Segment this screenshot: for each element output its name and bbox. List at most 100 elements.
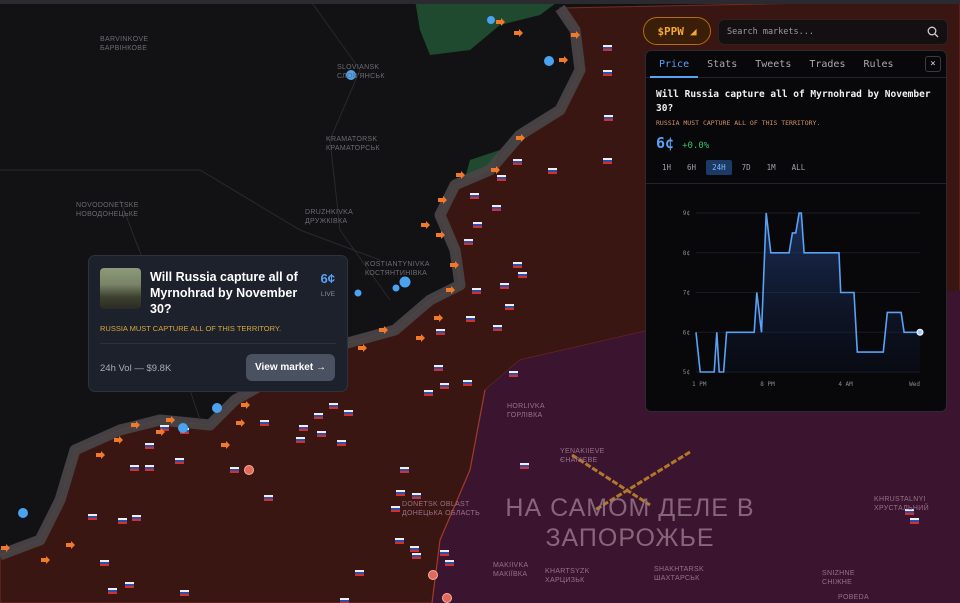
russian-flag-icon[interactable] (329, 403, 338, 409)
city-marker[interactable] (178, 423, 188, 433)
city-name-local: Слов'янськ (337, 73, 385, 80)
russian-flag-icon[interactable] (260, 420, 269, 426)
russian-flag-icon[interactable] (493, 325, 502, 331)
russian-flag-icon[interactable] (910, 518, 919, 524)
event-marker-icon[interactable] (428, 570, 438, 580)
russian-flag-icon[interactable] (520, 463, 529, 469)
russian-flag-icon[interactable] (472, 288, 481, 294)
russian-flag-icon[interactable] (463, 380, 472, 386)
russian-flag-icon[interactable] (355, 570, 364, 576)
russian-flag-icon[interactable] (344, 410, 353, 416)
russian-flag-icon[interactable] (473, 222, 482, 228)
current-price-marker[interactable] (916, 328, 924, 336)
city-marker[interactable] (487, 16, 495, 24)
event-marker-icon[interactable] (442, 593, 452, 603)
russian-flag-icon[interactable] (410, 546, 419, 552)
range-7d[interactable]: 7D (736, 160, 757, 175)
city-name-local: Єнакієве (560, 457, 598, 464)
range-6h[interactable]: 6H (681, 160, 702, 175)
city-marker[interactable] (212, 403, 222, 413)
russian-flag-icon[interactable] (513, 262, 522, 268)
russian-flag-icon[interactable] (132, 515, 141, 521)
russian-flag-icon[interactable] (299, 425, 308, 431)
russian-flag-icon[interactable] (440, 550, 449, 556)
russian-flag-icon[interactable] (264, 495, 273, 501)
russian-flag-icon[interactable] (88, 514, 97, 520)
russian-flag-icon[interactable] (513, 159, 522, 165)
russian-flag-icon[interactable] (296, 437, 305, 443)
city-name-local: Новодонецьке (76, 211, 139, 218)
russian-flag-icon[interactable] (118, 518, 127, 524)
range-24h[interactable]: 24H (706, 160, 732, 175)
city-marker[interactable] (544, 56, 554, 66)
russian-flag-icon[interactable] (505, 304, 514, 310)
range-all[interactable]: ALL (786, 160, 812, 175)
close-button[interactable]: × (925, 56, 941, 72)
tab-price[interactable]: Price (650, 51, 699, 78)
russian-flag-icon[interactable] (518, 272, 527, 278)
russian-flag-icon[interactable] (395, 538, 404, 544)
russian-flag-icon[interactable] (337, 440, 346, 446)
russian-flag-icon[interactable] (548, 168, 557, 174)
view-market-button[interactable]: View market → (246, 354, 335, 381)
russian-flag-icon[interactable] (317, 431, 326, 437)
city-marker[interactable] (399, 276, 411, 288)
russian-flag-icon[interactable] (424, 390, 433, 396)
city-label: Khartsyzk Харцизьк (545, 567, 590, 585)
city-name: Sloviansk (337, 64, 380, 71)
city-name: Makiivka (493, 562, 529, 569)
russian-flag-icon[interactable] (445, 560, 454, 566)
city-label: Kostiantynivka Костянтинівка (365, 260, 430, 278)
russian-flag-icon[interactable] (412, 553, 421, 559)
russian-flag-icon[interactable] (125, 582, 134, 588)
russian-flag-icon[interactable] (603, 70, 612, 76)
event-marker-icon[interactable] (244, 465, 254, 475)
russian-flag-icon[interactable] (436, 329, 445, 335)
russian-flag-icon[interactable] (145, 443, 154, 449)
russian-flag-icon[interactable] (440, 383, 449, 389)
russian-flag-icon[interactable] (400, 467, 409, 473)
russian-flag-icon[interactable] (391, 506, 400, 512)
russian-flag-icon[interactable] (340, 598, 349, 603)
russian-flag-icon[interactable] (604, 115, 613, 121)
russian-flag-icon[interactable] (145, 465, 154, 471)
russian-flag-icon[interactable] (108, 588, 117, 594)
tab-stats[interactable]: Stats (698, 51, 746, 78)
tab-tweets[interactable]: Tweets (746, 51, 800, 78)
russian-flag-icon[interactable] (500, 283, 509, 289)
token-button[interactable]: $PPW ◢ (643, 17, 711, 45)
russian-flag-icon[interactable] (464, 239, 473, 245)
russian-flag-icon[interactable] (175, 458, 184, 464)
search-bar[interactable] (718, 19, 948, 45)
russian-flag-icon[interactable] (434, 365, 443, 371)
price-chart[interactable]: 5¢ 6¢ 7¢ 8¢ 9¢ 1 PM 8 PM 4 AM Wed (646, 191, 948, 411)
search-input[interactable] (727, 27, 927, 37)
russian-flag-icon[interactable] (100, 560, 109, 566)
market-panel: Price Stats Tweets Trades Rules × Will R… (645, 50, 947, 412)
city-marker[interactable] (354, 289, 362, 297)
city-label: Shakhtarsk Шахтарськ (654, 565, 704, 583)
russian-flag-icon[interactable] (230, 467, 239, 473)
russian-flag-icon[interactable] (492, 205, 501, 211)
city-label: Novodonetske Новодонецьке (76, 201, 139, 219)
russian-flag-icon[interactable] (412, 493, 421, 499)
russian-flag-icon[interactable] (509, 371, 518, 377)
range-1m[interactable]: 1M (761, 160, 782, 175)
tab-trades[interactable]: Trades (800, 51, 854, 78)
russian-flag-icon[interactable] (180, 590, 189, 596)
russian-flag-icon[interactable] (130, 465, 139, 471)
russian-flag-icon[interactable] (466, 316, 475, 322)
russian-flag-icon[interactable] (396, 490, 405, 496)
city-marker[interactable] (18, 508, 28, 518)
search-icon[interactable] (927, 26, 939, 38)
russian-flag-icon[interactable] (314, 413, 323, 419)
market-card: Will Russia capture all of Myrnohrad by … (88, 255, 348, 392)
russian-flag-icon[interactable] (603, 45, 612, 51)
russian-flag-icon[interactable] (603, 158, 612, 164)
russian-flag-icon[interactable] (470, 193, 479, 199)
card-title: Will Russia capture all of Myrnohrad by … (150, 270, 298, 316)
range-1h[interactable]: 1H (656, 160, 677, 175)
russian-flag-icon[interactable] (497, 175, 506, 181)
city-marker[interactable] (392, 284, 400, 292)
tab-rules[interactable]: Rules (854, 51, 902, 78)
